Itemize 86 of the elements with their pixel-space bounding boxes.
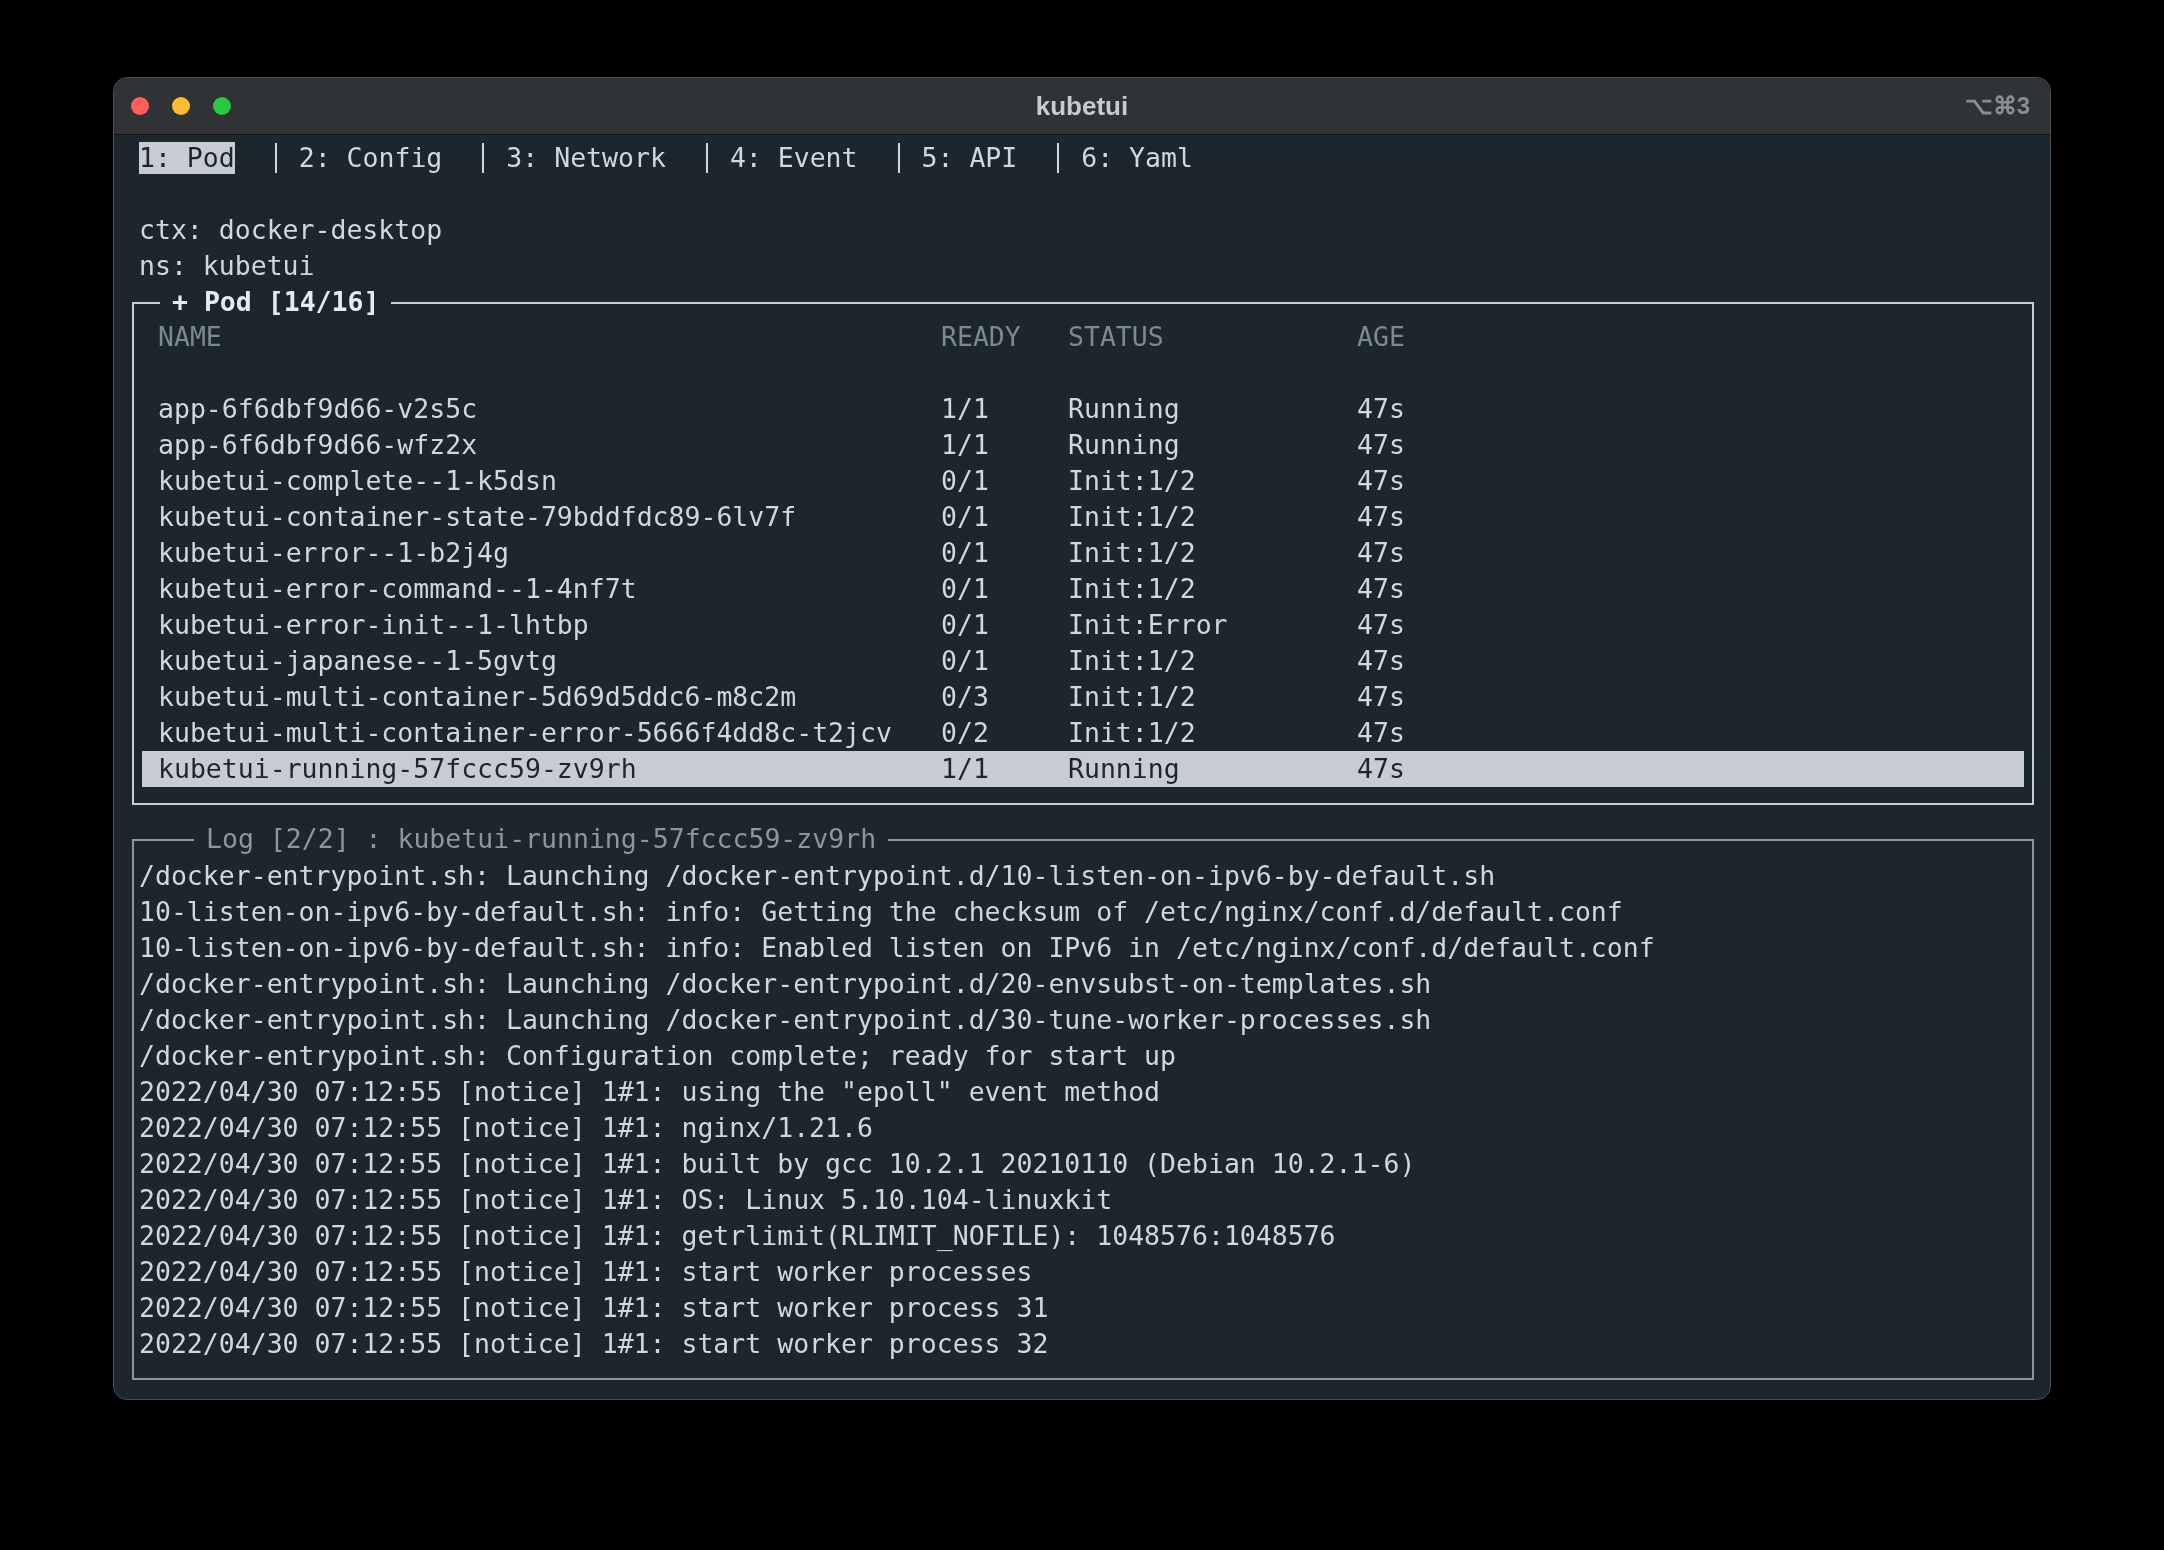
pod-row[interactable]: kubetui-multi-container-5d69d5ddc6-m8c2m 0/3 Init:1/2 47s	[142, 679, 2024, 715]
column-header: AGE	[1357, 320, 1405, 354]
log-line: /docker-entrypoint.sh: Configuration complete; ready for start up	[138, 1039, 1177, 1073]
table-cell-text: Init:1/2	[1068, 716, 1196, 750]
table-cell-text: kubetui-japanese--1-5gvtg	[158, 644, 557, 678]
table-cell-text: Init:1/2	[1068, 644, 1196, 678]
table-cell-text: Running	[1068, 392, 1180, 426]
tab[interactable]: 4: Event	[729, 142, 858, 174]
table-cell-text: 1/1	[941, 428, 989, 462]
table-cell-text: 47s	[1357, 716, 1405, 750]
log-line: 2022/04/30 07:12:55 [notice] 1#1: getrlimit(RLIMIT_NOFILE): 1048576:1048576	[138, 1219, 1336, 1253]
table-cell-text: 47s	[1357, 392, 1405, 426]
column-header: STATUS	[1068, 320, 1164, 354]
table-cell-text: Init:1/2	[1068, 572, 1196, 606]
table-cell-text: kubetui-error--1-b2j4g	[158, 536, 509, 570]
table-cell-text: kubetui-multi-container-5d69d5ddc6-m8c2m	[158, 680, 797, 714]
tab[interactable]: 1: Pod	[139, 142, 235, 174]
table-cell-text: 47s	[1357, 644, 1405, 678]
log-line: 2022/04/30 07:12:55 [notice] 1#1: nginx/1.21.6	[138, 1111, 873, 1145]
minimize-button[interactable]	[172, 97, 190, 115]
table-cell-text: 1/1	[941, 752, 989, 786]
shortcut-label: ⌥⌘3	[1964, 92, 2031, 120]
log-line: 2022/04/30 07:12:55 [notice] 1#1: start worker processes	[138, 1255, 1033, 1289]
table-cell-text: Init:1/2	[1068, 464, 1196, 498]
pod-row[interactable]: kubetui-error-command--1-4nf7t 0/1 Init:1/2 47s	[142, 571, 2024, 607]
table-cell-text: app-6f6dbf9d66-wfz2x	[158, 428, 478, 462]
table-cell-text: Init:Error	[1068, 608, 1228, 642]
table-cell-text: 47s	[1357, 572, 1405, 606]
log-line: /docker-entrypoint.sh: Launching /docker-entrypoint.d/20-envsubst-on-templates.sh	[138, 967, 1432, 1001]
table-cell-text: Init:1/2	[1068, 680, 1196, 714]
log-line: 2022/04/30 07:12:55 [notice] 1#1: built by gcc 10.2.1 20210110 (Debian 10.2.1-6)	[138, 1147, 1416, 1181]
table-cell-text: 0/1	[941, 608, 989, 642]
table-cell-text: kubetui-multi-container-error-5666f4dd8c-t2jcv	[158, 716, 892, 750]
table-cell-text: kubetui-error-command--1-4nf7t	[158, 572, 637, 606]
table-cell-text: 0/1	[941, 572, 989, 606]
tab[interactable]: 6: Yaml	[1081, 142, 1193, 174]
table-cell-text: 47s	[1357, 680, 1405, 714]
table-cell-text: 0/1	[941, 644, 989, 678]
pod-row[interactable]: kubetui-japanese--1-5gvtg 0/1 Init:1/2 47s	[142, 643, 2024, 679]
close-button[interactable]	[131, 97, 149, 115]
table-cell-text: Running	[1068, 752, 1180, 786]
table-cell-text: kubetui-error-init--1-lhtbp	[158, 608, 589, 642]
log-line: /docker-entrypoint.sh: Launching /docker-entrypoint.d/30-tune-worker-processes.sh	[138, 1003, 1432, 1037]
tab[interactable]: 3: Network	[506, 142, 666, 174]
pod-row[interactable]: kubetui-error-init--1-lhtbp 0/1 Init:Error 47s	[142, 607, 2024, 643]
namespace-label: ns: kubetui	[138, 249, 315, 283]
table-cell-text: 0/1	[941, 500, 989, 534]
context-label: ctx: docker-desktop	[138, 213, 443, 247]
table-cell-text: 1/1	[941, 392, 989, 426]
log-line: 2022/04/30 07:12:55 [notice] 1#1: start worker process 32	[138, 1327, 1049, 1361]
table-cell-text: 47s	[1357, 536, 1405, 570]
window-title: kubetui	[1035, 90, 1129, 122]
table-cell-text: 47s	[1357, 428, 1405, 462]
table-cell-text: kubetui-container-state-79bddfdc89-6lv7f	[158, 500, 797, 534]
table-cell-text: 0/1	[941, 464, 989, 498]
pod-row[interactable]: kubetui-container-state-79bddfdc89-6lv7f 0/1 Init:1/2 47s	[142, 499, 2024, 535]
table-cell-text: 47s	[1357, 752, 1405, 786]
pod-row[interactable]: kubetui-multi-container-error-5666f4dd8c-t2jcv 0/2 Init:1/2 47s	[142, 715, 2024, 751]
log-line: /docker-entrypoint.sh: Launching /docker-entrypoint.d/10-listen-on-ipv6-by-default.sh	[138, 859, 1496, 893]
table-cell-text: 47s	[1357, 464, 1405, 498]
table-cell-text: Init:1/2	[1068, 536, 1196, 570]
tab[interactable]: 5: API	[921, 142, 1018, 174]
log-line: 10-listen-on-ipv6-by-default.sh: info: Enabled listen on IPv6 in /etc/nginx/conf.d/default.conf	[138, 931, 1655, 965]
pod-row[interactable]: kubetui-running-57fccc59-zv9rh 1/1 Running 47s	[142, 751, 2024, 787]
pod-row[interactable]: app-6f6dbf9d66-wfz2x 1/1 Running 47s	[142, 427, 2024, 463]
table-cell-text: 0/2	[941, 716, 989, 750]
table-cell-text: Init:1/2	[1068, 500, 1196, 534]
table-cell-text: 0/1	[941, 536, 989, 570]
zoom-button[interactable]	[213, 97, 231, 115]
tab[interactable]: 2: Config	[298, 142, 443, 174]
column-header: NAME	[158, 320, 222, 354]
pod-row[interactable]: kubetui-error--1-b2j4g 0/1 Init:1/2 47s	[142, 535, 2024, 571]
log-line: 2022/04/30 07:12:55 [notice] 1#1: using the "epoll" event method	[138, 1075, 1161, 1109]
log-line: 2022/04/30 07:12:55 [notice] 1#1: start worker process 31	[138, 1291, 1049, 1325]
log-line: 10-listen-on-ipv6-by-default.sh: info: Getting the checksum of /etc/nginx/conf.d/default.conf	[138, 895, 1623, 929]
table-cell-text: Running	[1068, 428, 1180, 462]
table-cell-text: 0/3	[941, 680, 989, 714]
table-cell-text: 47s	[1357, 500, 1405, 534]
table-cell-text: app-6f6dbf9d66-v2s5c	[158, 392, 478, 426]
pod-row[interactable]: kubetui-complete--1-k5dsn 0/1 Init:1/2 47s	[142, 463, 2024, 499]
log-line: 2022/04/30 07:12:55 [notice] 1#1: OS: Linux 5.10.104-linuxkit	[138, 1183, 1113, 1217]
pod-row[interactable]: app-6f6dbf9d66-v2s5c 1/1 Running 47s	[142, 391, 2024, 427]
column-header: READY	[941, 320, 1021, 354]
table-cell-text: 47s	[1357, 608, 1405, 642]
table-cell-text: kubetui-complete--1-k5dsn	[158, 464, 557, 498]
table-cell-text: kubetui-running-57fccc59-zv9rh	[158, 752, 637, 786]
